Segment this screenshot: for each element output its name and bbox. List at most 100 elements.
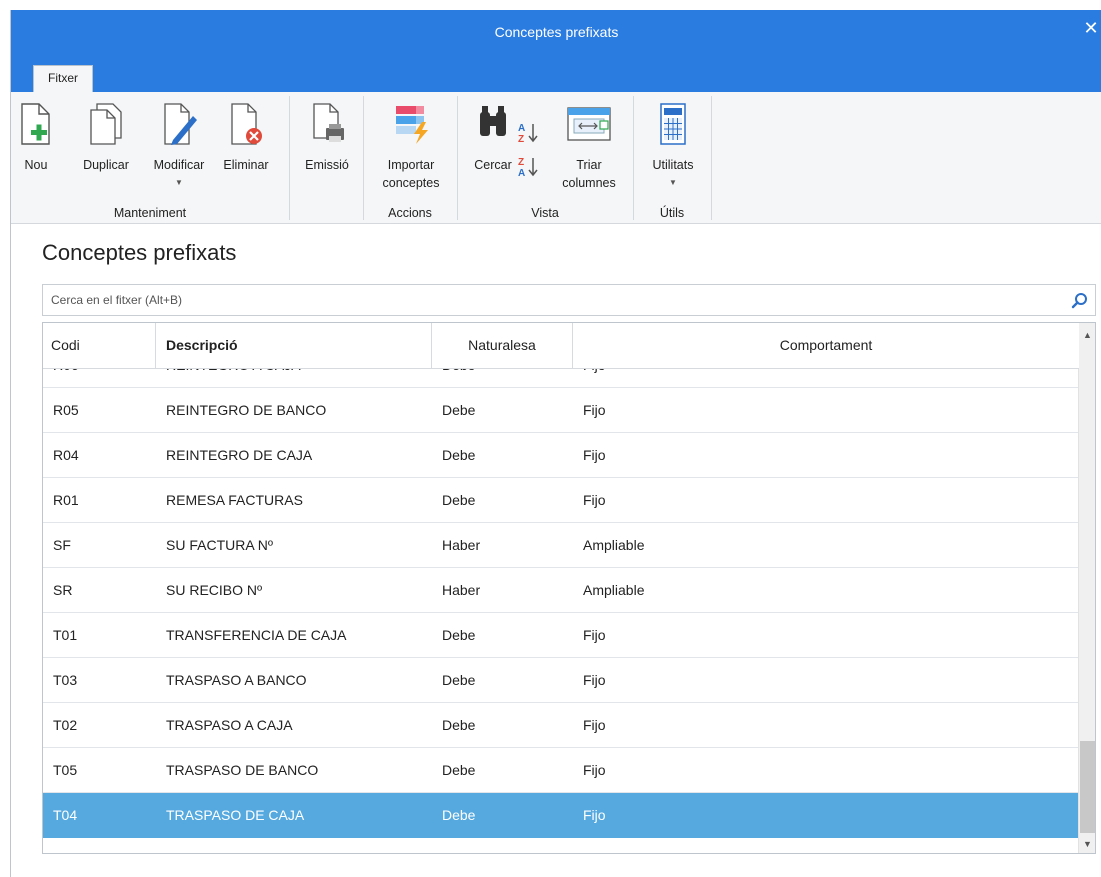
cell-naturalesa: Debe bbox=[442, 492, 476, 508]
group-separator bbox=[711, 96, 712, 220]
column-header-codi[interactable]: Codi bbox=[43, 323, 156, 368]
tab-fitxer[interactable]: Fitxer bbox=[33, 65, 93, 92]
cell-comportament: Fijo bbox=[583, 807, 606, 823]
modificar-label: Modificar bbox=[153, 158, 205, 172]
table-row[interactable]: T01 TRANSFERENCIA DE CAJA Debe Fijo bbox=[43, 613, 1079, 658]
table-row[interactable]: R01 REMESA FACTURAS Debe Fijo bbox=[43, 478, 1079, 523]
close-button[interactable]: ✕ bbox=[1082, 18, 1100, 38]
scroll-down-icon[interactable]: ▼ bbox=[1079, 836, 1095, 853]
cell-descripcio: REMESA FACTURAS bbox=[166, 492, 303, 508]
group-separator bbox=[289, 96, 290, 220]
table-row[interactable]: T03 TRASPASO A BANCO Debe Fijo bbox=[43, 658, 1079, 703]
delete-document-icon bbox=[228, 102, 264, 149]
cell-naturalesa: Debe bbox=[442, 402, 476, 418]
table-row[interactable]: R04 REINTEGRO DE CAJA Debe Fijo bbox=[43, 433, 1079, 478]
binoculars-icon bbox=[476, 102, 510, 149]
group-separator bbox=[363, 96, 364, 220]
importar-conceptes-button[interactable]: Importar conceptes bbox=[369, 92, 453, 202]
columnes-label: columnes bbox=[562, 176, 616, 190]
nou-button[interactable]: Nou bbox=[15, 92, 57, 202]
cell-codi: R04 bbox=[53, 447, 79, 463]
window-title: Conceptes prefixats bbox=[494, 24, 619, 40]
ribbon-tabstrip: Fitxer bbox=[11, 54, 1101, 92]
cell-codi: R01 bbox=[53, 492, 79, 508]
cell-descripcio: TRASPASO DE CAJA bbox=[166, 807, 305, 823]
cell-comportament: Ampliable bbox=[583, 582, 645, 598]
table-row[interactable]: T02 TRASPASO A CAJA Debe Fijo bbox=[43, 703, 1079, 748]
cell-naturalesa: Haber bbox=[442, 537, 481, 553]
column-header-descripcio[interactable]: Descripció bbox=[156, 323, 432, 368]
cell-naturalesa: Debe bbox=[442, 807, 476, 823]
cell-descripcio: REINTEGRO DE CAJA bbox=[166, 447, 313, 463]
calculator-icon bbox=[657, 102, 689, 149]
vertical-scrollbar[interactable]: ▲ ▼ bbox=[1078, 323, 1095, 853]
group-label-manteniment: Manteniment bbox=[113, 206, 187, 220]
scrollbar-thumb[interactable] bbox=[1080, 741, 1095, 833]
column-header-naturalesa[interactable]: Naturalesa bbox=[432, 323, 573, 368]
cell-descripcio: SU RECIBO Nº bbox=[166, 582, 263, 598]
cell-comportament: Fijo bbox=[583, 492, 606, 508]
cell-comportament: Fijo bbox=[583, 627, 606, 643]
cell-comportament: Fijo bbox=[583, 672, 606, 688]
column-header-comportament[interactable]: Comportament bbox=[573, 323, 1079, 368]
scroll-up-icon[interactable]: ▲ bbox=[1079, 327, 1095, 344]
svg-text:A: A bbox=[518, 123, 525, 134]
utilitats-button[interactable]: Utilitats ▼ bbox=[641, 92, 705, 202]
modificar-button[interactable]: Modificar ▼ bbox=[143, 92, 215, 202]
edit-document-icon bbox=[159, 102, 199, 149]
table-row[interactable]: T04 TRASPASO DE CAJA Debe Fijo bbox=[43, 793, 1079, 838]
cell-descripcio: TRASPASO A BANCO bbox=[166, 672, 307, 688]
printer-icon bbox=[308, 102, 346, 149]
search-icon[interactable] bbox=[1071, 292, 1089, 310]
cell-descripcio: TRASPASO A CAJA bbox=[166, 717, 293, 733]
chevron-down-icon[interactable]: ▼ bbox=[143, 178, 215, 187]
group-separator bbox=[633, 96, 634, 220]
utilitats-label: Utilitats bbox=[652, 158, 694, 172]
duplicar-button[interactable]: Duplicar bbox=[73, 92, 139, 202]
cell-descripcio: SU FACTURA Nº bbox=[166, 537, 274, 553]
conceptes-label: conceptes bbox=[382, 176, 440, 190]
group-label-utils: Útils bbox=[659, 206, 685, 220]
cell-codi: T05 bbox=[53, 762, 78, 778]
cell-naturalesa: Debe bbox=[442, 717, 476, 733]
sort-za-icon: Z A bbox=[516, 157, 542, 184]
table-row[interactable]: SR SU RECIBO Nº Haber Ampliable bbox=[43, 568, 1079, 613]
chevron-down-icon[interactable]: ▼ bbox=[641, 178, 705, 187]
eliminar-button[interactable]: Eliminar bbox=[217, 92, 275, 202]
table-row[interactable]: T05 TRASPASO DE BANCO Debe Fijo bbox=[43, 748, 1079, 793]
table-row[interactable]: SF SU FACTURA Nº Haber Ampliable bbox=[43, 523, 1079, 568]
cell-codi: T03 bbox=[53, 672, 78, 688]
cell-codi: T04 bbox=[53, 807, 78, 823]
cell-naturalesa: Debe bbox=[442, 762, 476, 778]
cell-codi: SR bbox=[53, 582, 73, 598]
dialog-window: Conceptes prefixats ✕ Fitxer Nou Duplica… bbox=[10, 10, 1101, 877]
sort-ascending-button[interactable]: A Z bbox=[516, 120, 542, 146]
group-separator bbox=[457, 96, 458, 220]
import-icon bbox=[390, 102, 432, 149]
cell-codi: SF bbox=[53, 537, 71, 553]
emissio-button[interactable]: Emissió bbox=[295, 92, 359, 202]
importar-label: Importar bbox=[387, 158, 435, 172]
duplicar-label: Duplicar bbox=[83, 158, 129, 172]
sort-descending-button[interactable]: Z A bbox=[516, 154, 542, 180]
cercar-button[interactable]: Cercar bbox=[467, 92, 519, 202]
cell-naturalesa: Debe bbox=[442, 672, 476, 688]
cell-naturalesa: Debe bbox=[442, 627, 476, 643]
search-input[interactable] bbox=[43, 285, 1063, 315]
cell-comportament: Fijo bbox=[583, 717, 606, 733]
cell-comportament: Fijo bbox=[583, 402, 606, 418]
sort-az-icon: A Z bbox=[516, 123, 542, 150]
cell-naturalesa: Haber bbox=[442, 582, 481, 598]
triar-columnes-button[interactable]: Triar columnes bbox=[551, 92, 627, 202]
cell-descripcio: TRASPASO DE BANCO bbox=[166, 762, 319, 778]
search-box bbox=[42, 284, 1096, 316]
table-header: Codi Descripció Naturalesa Comportament bbox=[43, 323, 1079, 369]
group-label-accions: Accions bbox=[388, 206, 432, 220]
cell-descripcio: REINTEGRO DE BANCO bbox=[166, 402, 327, 418]
nou-label: Nou bbox=[24, 158, 48, 172]
table-row[interactable]: R05 REINTEGRO DE BANCO Debe Fijo bbox=[43, 388, 1079, 433]
choose-columns-icon bbox=[566, 102, 612, 149]
cell-comportament: Ampliable bbox=[583, 537, 645, 553]
triar-label: Triar bbox=[576, 158, 602, 172]
cell-comportament: Fijo bbox=[583, 447, 606, 463]
